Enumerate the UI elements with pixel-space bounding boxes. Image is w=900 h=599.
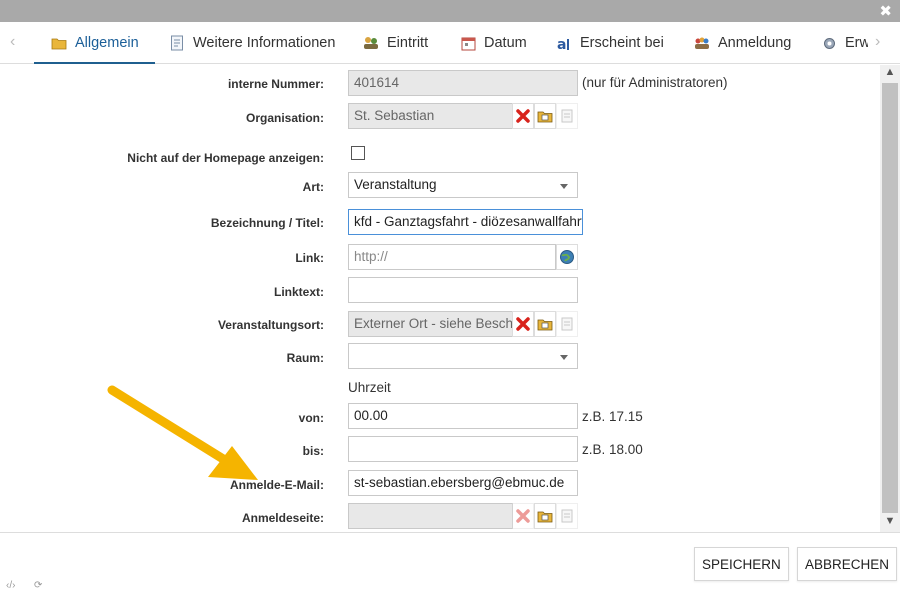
anmelde-email-input[interactable]: st-sebastian.ebersberg@ebmuc.de <box>348 470 578 496</box>
select-folder-icon[interactable] <box>534 503 556 529</box>
label-link: Link: <box>295 251 324 265</box>
homepage-checkbox[interactable] <box>351 146 365 160</box>
linktext-input[interactable] <box>348 277 578 303</box>
tab-erw[interactable]: Erw <box>820 22 868 64</box>
delete-icon[interactable] <box>512 103 534 129</box>
label-anmelde-email: Anmelde-E-Mail: <box>229 478 324 492</box>
tab-label: Eintritt <box>387 35 429 51</box>
tab-eintritt[interactable]: Eintritt <box>362 22 428 64</box>
raum-select[interactable] <box>348 343 578 369</box>
details-icon[interactable] <box>556 311 578 337</box>
scroll-down-icon[interactable]: ▼ <box>880 515 900 531</box>
bis-input[interactable] <box>348 436 578 462</box>
delete-icon[interactable] <box>512 503 534 529</box>
group-icon <box>693 34 711 52</box>
folder-icon <box>50 34 68 52</box>
tab-label: Allgemein <box>75 35 139 51</box>
label-linktext: Linktext: <box>273 285 324 299</box>
svg-text:a: a <box>557 37 566 51</box>
refresh-icon[interactable]: ⟳ <box>34 580 42 591</box>
art-select[interactable]: Veranstaltung <box>348 172 578 198</box>
code-icon[interactable]: ‹/› <box>6 580 15 591</box>
link-input[interactable]: http:// <box>348 244 556 270</box>
von-input[interactable]: 00.00 <box>348 403 578 429</box>
tab-label: Datum <box>484 35 527 51</box>
scroll-up-icon[interactable]: ▲ <box>880 66 900 82</box>
scrollbar-thumb[interactable] <box>882 83 898 513</box>
anmeldeseite-field <box>348 503 513 529</box>
dialog-titlebar: ✖ <box>0 0 900 22</box>
select-folder-icon[interactable] <box>534 103 556 129</box>
globe-icon[interactable] <box>556 244 578 270</box>
label-bis: bis: <box>302 444 324 458</box>
label-organisation: Organisation: <box>245 111 324 125</box>
organisation-field: St. Sebastian <box>348 103 513 129</box>
gear-icon <box>820 34 838 52</box>
calendar-icon <box>459 34 477 52</box>
label-titel: Bezeichnung / Titel: <box>210 216 324 230</box>
details-icon[interactable] <box>556 503 578 529</box>
tab-anmeldung[interactable]: Anmeldung <box>693 22 791 64</box>
label-von: von: <box>298 411 324 425</box>
publish-icon: a <box>555 34 573 52</box>
tab-label: Erw <box>845 35 868 51</box>
close-icon[interactable]: ✖ <box>879 2 892 20</box>
bis-note: z.B. 18.00 <box>582 442 643 457</box>
interne-nummer-note: (nur für Administratoren) <box>582 75 728 90</box>
tab-bar: ‹ Allgemein Weitere Informationen Eintri… <box>0 22 900 64</box>
select-folder-icon[interactable] <box>534 311 556 337</box>
label-raum: Raum: <box>286 351 324 365</box>
form-panel: interne Nummer: 401614 (nur für Administ… <box>0 65 880 532</box>
vertical-scrollbar[interactable]: ▲ ▼ <box>880 65 900 532</box>
tab-label: Anmeldung <box>718 35 792 51</box>
tab-allgemein[interactable]: Allgemein <box>34 22 155 64</box>
art-value: Veranstaltung <box>354 177 437 192</box>
tab-weitere-informationen[interactable]: Weitere Informationen <box>168 22 335 64</box>
dialog-footer: ‹/› ⟳ SPEICHERN ABBRECHEN <box>0 532 900 599</box>
people-icon <box>362 34 380 52</box>
cancel-button[interactable]: ABBRECHEN <box>797 547 898 581</box>
tab-label: Erscheint bei <box>580 35 664 51</box>
details-icon[interactable] <box>556 103 578 129</box>
tab-strip: Allgemein Weitere Informationen Eintritt… <box>0 22 868 64</box>
tab-erscheint-bei[interactable]: a Erscheint bei <box>555 22 664 64</box>
chevron-right-icon[interactable]: › <box>875 33 880 51</box>
save-button[interactable]: SPEICHERN <box>694 547 789 581</box>
document-icon <box>168 34 186 52</box>
tab-label: Weitere Informationen <box>193 35 336 51</box>
titel-input[interactable]: kfd - Ganztagsfahrt - diözesanwallfahrt <box>348 209 583 235</box>
uhrzeit-heading: Uhrzeit <box>348 380 391 395</box>
label-anmeldeseite: Anmeldeseite: <box>241 511 324 525</box>
label-veranstaltungsort: Veranstaltungsort: <box>217 318 324 332</box>
delete-icon[interactable] <box>512 311 534 337</box>
label-interne-nummer: interne Nummer: <box>227 77 324 91</box>
tab-datum[interactable]: Datum <box>459 22 527 64</box>
interne-nummer-field: 401614 <box>348 70 578 96</box>
von-note: z.B. 17.15 <box>582 409 643 424</box>
veranstaltungsort-field: Externer Ort - siehe Beschr <box>348 311 513 337</box>
label-art: Art: <box>302 180 324 194</box>
label-homepage: Nicht auf der Homepage anzeigen: <box>127 151 324 165</box>
